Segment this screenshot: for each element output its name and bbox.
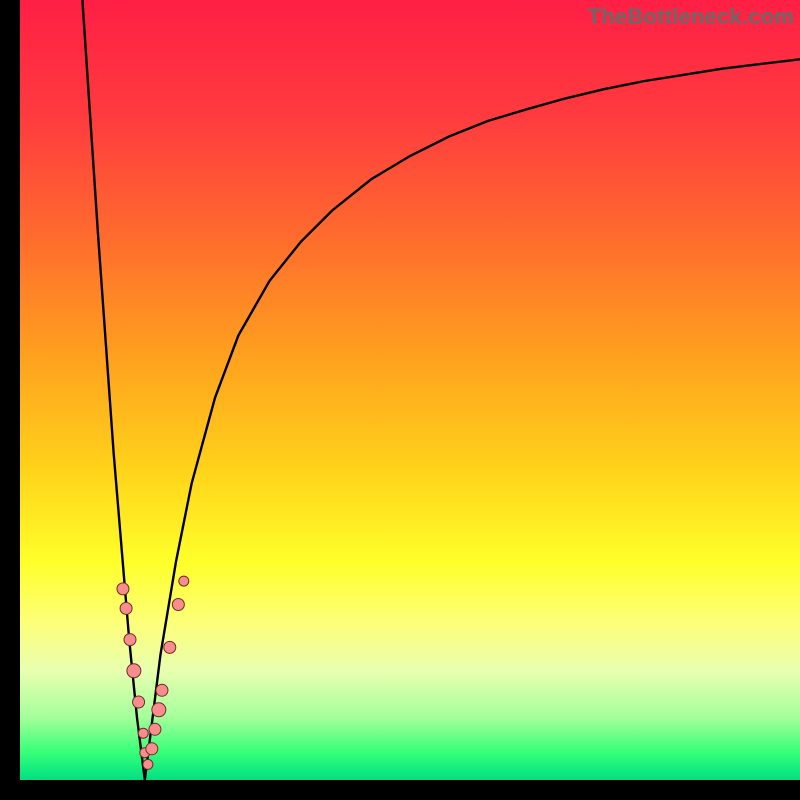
data-marker [127,664,141,678]
data-marker [120,602,132,614]
data-marker [146,743,158,755]
chart-frame: TheBottleneck.com [20,0,800,780]
watermark-label: TheBottleneck.com [588,4,794,30]
data-marker [138,728,148,738]
data-marker [179,576,189,586]
data-marker [156,684,168,696]
data-marker [172,599,184,611]
data-marker [124,634,136,646]
data-marker [164,641,176,653]
data-marker [133,696,145,708]
data-marker [143,759,153,769]
bottleneck-chart [20,0,800,780]
data-marker [152,703,166,717]
data-marker [149,723,161,735]
gradient-background [20,0,800,780]
data-marker [117,583,129,595]
